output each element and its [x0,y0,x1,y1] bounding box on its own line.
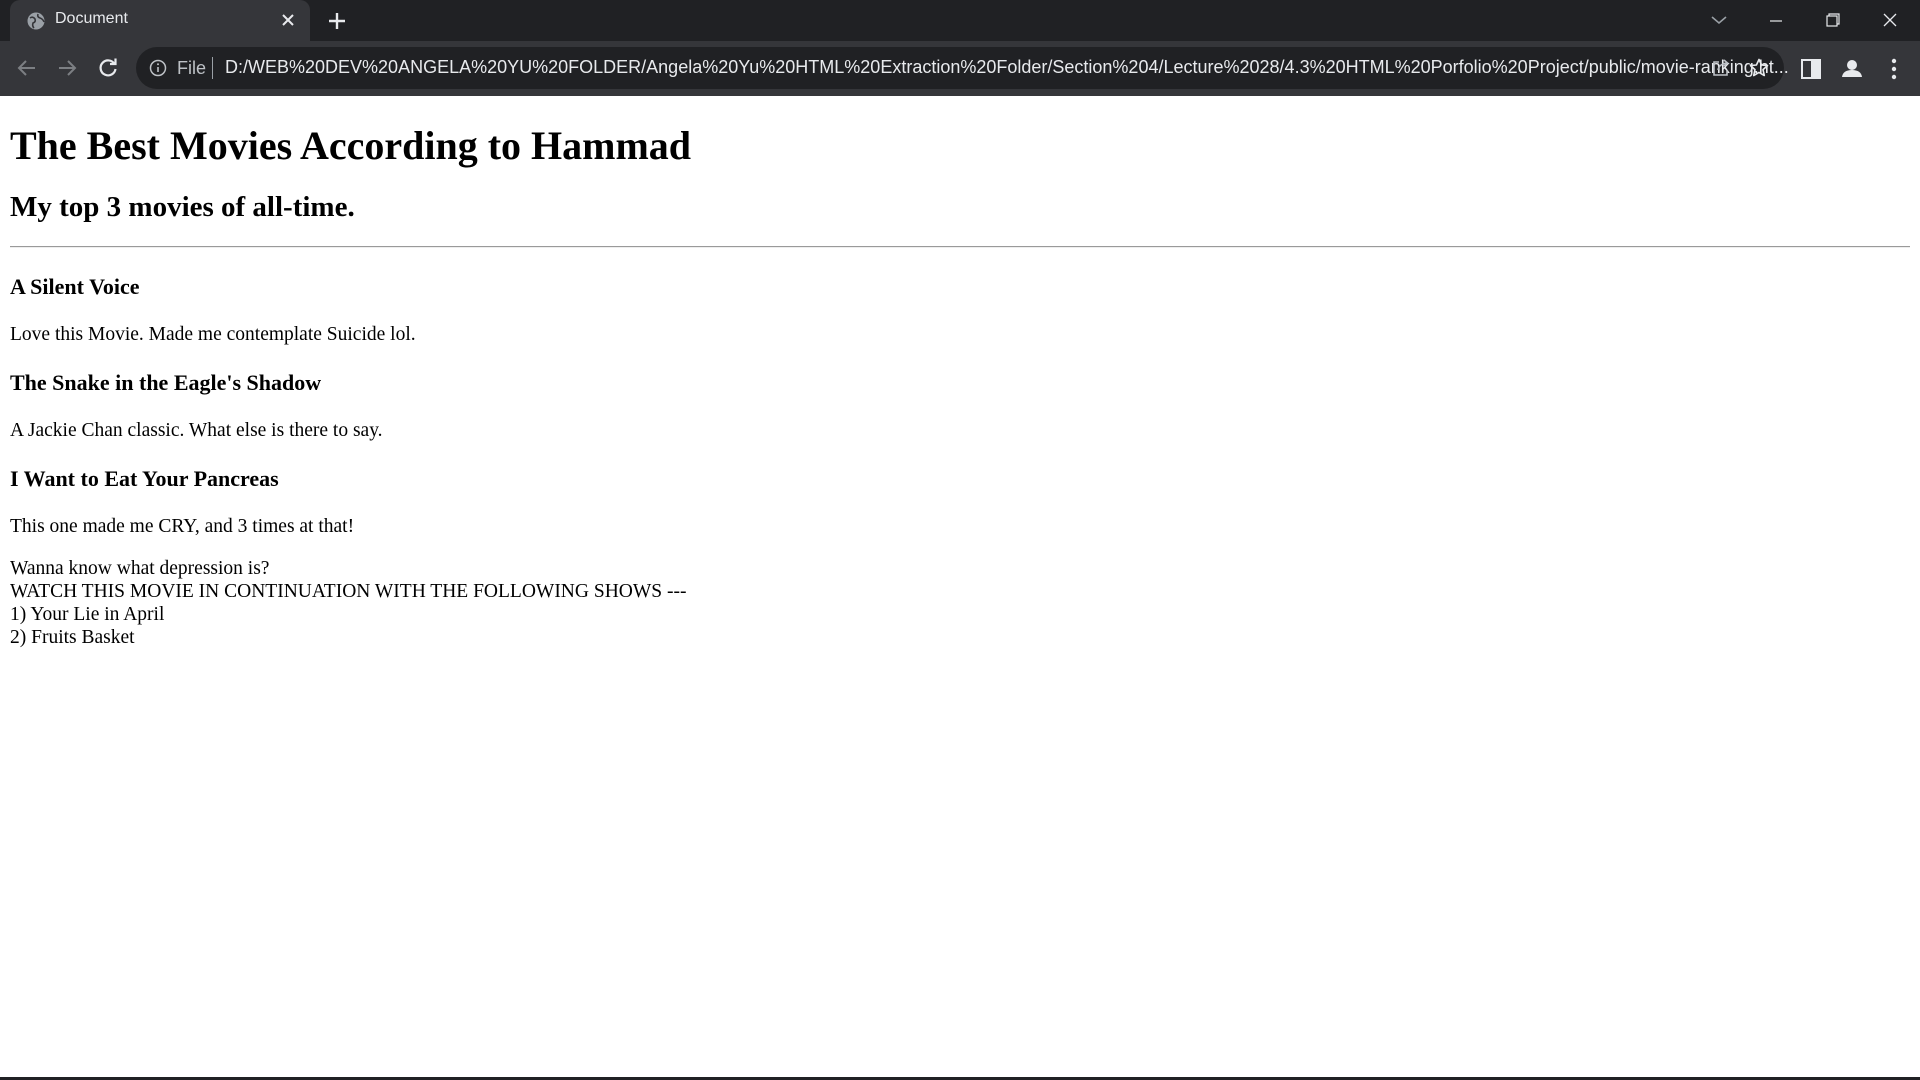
window-close-button[interactable] [1874,6,1906,34]
restore-button[interactable] [1817,6,1849,34]
star-icon[interactable] [1748,57,1770,79]
url-separator [212,57,213,79]
movie-title-1: A Silent Voice [10,274,140,299]
minimize-button[interactable] [1760,6,1792,34]
movie-title-2: The Snake in the Eagle's Shadow [10,370,322,395]
movie-comment-1: Love this Movie. Made me contemplate Sui… [10,324,416,345]
note-line: 2) Fruits Basket [10,627,135,648]
kebab-menu-icon[interactable] [1880,55,1908,83]
side-panel-icon[interactable] [1798,56,1824,82]
notes-block: Wanna know what depression is? WATCH THI… [10,557,1910,649]
page-subtitle: My top 3 movies of all-time. [10,191,355,223]
close-icon [1883,13,1897,27]
note-line: WATCH THIS MOVIE IN CONTINUATION WITH TH… [10,581,687,602]
url-text[interactable]: D:/WEB%20DEV%20ANGELA%20YU%20FOLDER/Ange… [225,57,1835,78]
movie-comment-3: This one made me CRY, and 3 times at tha… [10,516,355,537]
restore-icon [1826,13,1840,27]
reload-icon [99,58,117,77]
globe-icon [27,12,45,30]
address-bar[interactable]: File D:/WEB%20DEV%20ANGELA%20YU%20FOLDER… [136,47,1789,89]
note-line: Wanna know what depression is? [10,558,270,579]
page-content: The Best Movies According to Hammad My t… [0,96,1920,1080]
page-title: The Best Movies According to Hammad [10,123,692,168]
toolbar: File D:/WEB%20DEV%20ANGELA%20YU%20FOLDER… [0,41,1920,96]
note-line: 1) Your Lie in April [10,604,165,625]
tab-document[interactable]: Document [10,0,310,41]
divider [10,246,1910,248]
back-button[interactable] [10,51,44,85]
reload-button[interactable] [91,51,125,85]
movie-comment-2: A Jackie Chan classic. What else is ther… [10,420,383,441]
plus-icon[interactable] [325,9,349,33]
share-icon[interactable] [1710,57,1732,79]
tab-strip: Document [0,0,1920,41]
browser-chrome: Document File D:/WEB%20DEV%20ANGELA%20YU… [0,0,1920,96]
close-icon[interactable] [278,10,298,30]
arrow-left-icon [17,60,35,76]
info-icon[interactable] [149,59,167,77]
movie-title-3: I Want to Eat Your Pancreas [10,466,279,491]
tab-search-button[interactable] [1703,6,1735,34]
forward-button[interactable] [50,51,84,85]
chevron-down-icon [1711,16,1727,25]
profile-icon[interactable] [1838,55,1866,83]
arrow-right-icon [59,60,77,76]
minimize-icon [1770,20,1782,22]
scheme-label: File [177,58,207,78]
tab-title: Document [55,10,128,27]
